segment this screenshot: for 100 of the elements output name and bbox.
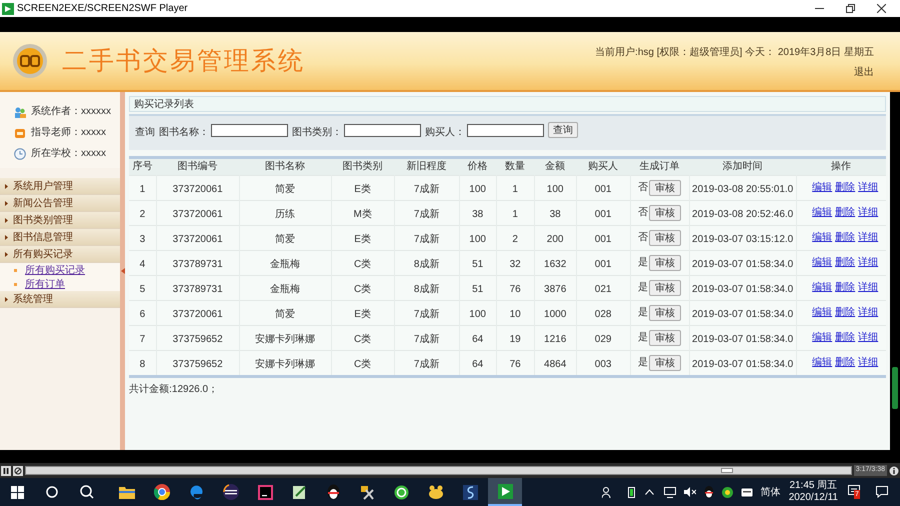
- review-button[interactable]: 审核: [649, 354, 682, 370]
- penguin-icon[interactable]: [326, 484, 341, 500]
- tools-icon[interactable]: [360, 484, 375, 500]
- browser-icon[interactable]: [154, 484, 170, 500]
- table-cell: 38: [472, 208, 484, 220]
- ring-app-icon[interactable]: [394, 484, 409, 500]
- pause-icon[interactable]: [1, 466, 11, 476]
- action-link[interactable]: 编辑: [812, 205, 832, 220]
- action-link[interactable]: 详细: [858, 355, 878, 370]
- action-link[interactable]: 编辑: [812, 355, 832, 370]
- action-link[interactable]: 编辑: [812, 330, 832, 345]
- table-cell: 32: [510, 258, 521, 270]
- circle-icon[interactable]: [46, 486, 58, 498]
- search-icon[interactable]: [80, 485, 94, 499]
- input-method-label[interactable]: 简体: [760, 484, 781, 500]
- menu-item[interactable]: 系统管理: [0, 291, 120, 308]
- info-icon[interactable]: [889, 466, 899, 476]
- query-button[interactable]: 查询: [548, 122, 578, 138]
- action-center-icon[interactable]: [876, 486, 888, 498]
- table-cell: 2019-03-08 20:52:46.0: [692, 208, 794, 220]
- column-header: 金额: [534, 159, 576, 175]
- action-link[interactable]: 详细: [858, 180, 878, 195]
- notification-icon[interactable]: [848, 485, 860, 497]
- review-button[interactable]: 审核: [649, 204, 682, 220]
- input-field[interactable]: [344, 124, 422, 137]
- menu-item[interactable]: 图书类别管理: [0, 212, 120, 229]
- menu-item[interactable]: 图书信息管理: [0, 229, 120, 246]
- column-header: 生成订单: [630, 159, 690, 175]
- menu-item[interactable]: 所有购买记录: [0, 246, 120, 263]
- clock-time[interactable]: 21:45 周五: [789, 480, 838, 492]
- stop-icon[interactable]: [13, 466, 23, 476]
- action-link[interactable]: 删除: [835, 180, 856, 195]
- dot-tray-icon[interactable]: [722, 486, 733, 498]
- action-link[interactable]: 删除: [835, 205, 856, 220]
- table-cell: 200: [546, 234, 564, 244]
- action-link[interactable]: 删除: [835, 330, 856, 345]
- clock-date[interactable]: 2020/12/11: [788, 492, 838, 504]
- battery-icon[interactable]: [628, 486, 635, 498]
- table-cell: 1216: [544, 334, 566, 344]
- action-link[interactable]: 详细: [858, 230, 878, 245]
- system-title: 二手书交易管理系统: [62, 45, 305, 78]
- action-link[interactable]: 编辑: [812, 305, 832, 320]
- action-link[interactable]: 详细: [858, 280, 878, 295]
- menu-item[interactable]: 系统用户管理: [0, 178, 120, 195]
- action-link[interactable]: 详细: [858, 330, 878, 345]
- table-cell: 001: [594, 258, 612, 270]
- muted-speaker-icon[interactable]: [684, 487, 696, 497]
- script-icon[interactable]: [463, 484, 478, 500]
- menu-item[interactable]: 新闻公告管理: [0, 195, 120, 212]
- action-link[interactable]: 删除: [835, 280, 856, 295]
- action-link[interactable]: 详细: [858, 255, 878, 270]
- review-button[interactable]: 审核: [649, 304, 682, 320]
- table-cell: 51: [472, 258, 484, 270]
- table-cell: 001: [594, 184, 612, 194]
- action-link[interactable]: 编辑: [812, 230, 832, 245]
- action-link[interactable]: 删除: [835, 305, 856, 320]
- table-cell: C类: [354, 358, 372, 370]
- table-cell: E类: [354, 184, 371, 194]
- logo-icon: [12, 43, 48, 79]
- penguin-icon[interactable]: [704, 486, 714, 498]
- keyboard-icon[interactable]: [740, 488, 753, 496]
- review-button[interactable]: 审核: [649, 180, 682, 196]
- logout-link[interactable]: 退出: [854, 64, 874, 80]
- triangle-icon: [5, 200, 8, 206]
- input-field[interactable]: [211, 124, 288, 137]
- action-link[interactable]: 详细: [858, 205, 878, 220]
- review-button[interactable]: 审核: [649, 280, 682, 296]
- review-button[interactable]: 审核: [649, 254, 682, 270]
- action-link[interactable]: 删除: [835, 230, 856, 245]
- table-cell: 7成新: [414, 334, 440, 344]
- action-link[interactable]: 编辑: [812, 180, 832, 195]
- action-link[interactable]: 编辑: [812, 280, 832, 295]
- table-cell: 76: [510, 284, 521, 294]
- table-cell: 100: [469, 184, 486, 194]
- action-link[interactable]: 编辑: [812, 255, 832, 270]
- table-cell: 19: [510, 334, 521, 344]
- scroll-thumb[interactable]: [892, 367, 898, 409]
- input-field[interactable]: [467, 124, 544, 137]
- restore-icon[interactable]: [846, 4, 855, 13]
- action-link[interactable]: 删除: [835, 255, 856, 270]
- table-cell: 2019-03-07 01:58:34.0: [692, 358, 794, 370]
- action-link[interactable]: 删除: [835, 355, 856, 370]
- notepad-icon[interactable]: [292, 484, 307, 500]
- active-taskbar-app[interactable]: [488, 478, 522, 506]
- table-cell: 安娜卡列琳娜: [255, 358, 316, 370]
- table-cell: 028: [594, 308, 612, 320]
- chevron-up-icon[interactable]: [644, 489, 654, 495]
- close-icon[interactable]: [877, 4, 886, 13]
- review-button[interactable]: 审核: [649, 230, 682, 246]
- table-cell: 1: [140, 184, 146, 194]
- monitor-icon[interactable]: [664, 486, 676, 498]
- review-button[interactable]: 审核: [649, 330, 682, 346]
- progress-thumb[interactable]: [721, 468, 734, 473]
- triangle-icon: [5, 184, 8, 188]
- action-link[interactable]: 详细: [858, 305, 878, 320]
- table-cell: 2019-03-07 01:58:34.0: [692, 308, 794, 320]
- folder-icon[interactable]: [119, 485, 135, 499]
- windows-start-icon[interactable]: [11, 486, 24, 498]
- column-header: 操作: [796, 159, 886, 175]
- paw-icon[interactable]: [428, 485, 444, 499]
